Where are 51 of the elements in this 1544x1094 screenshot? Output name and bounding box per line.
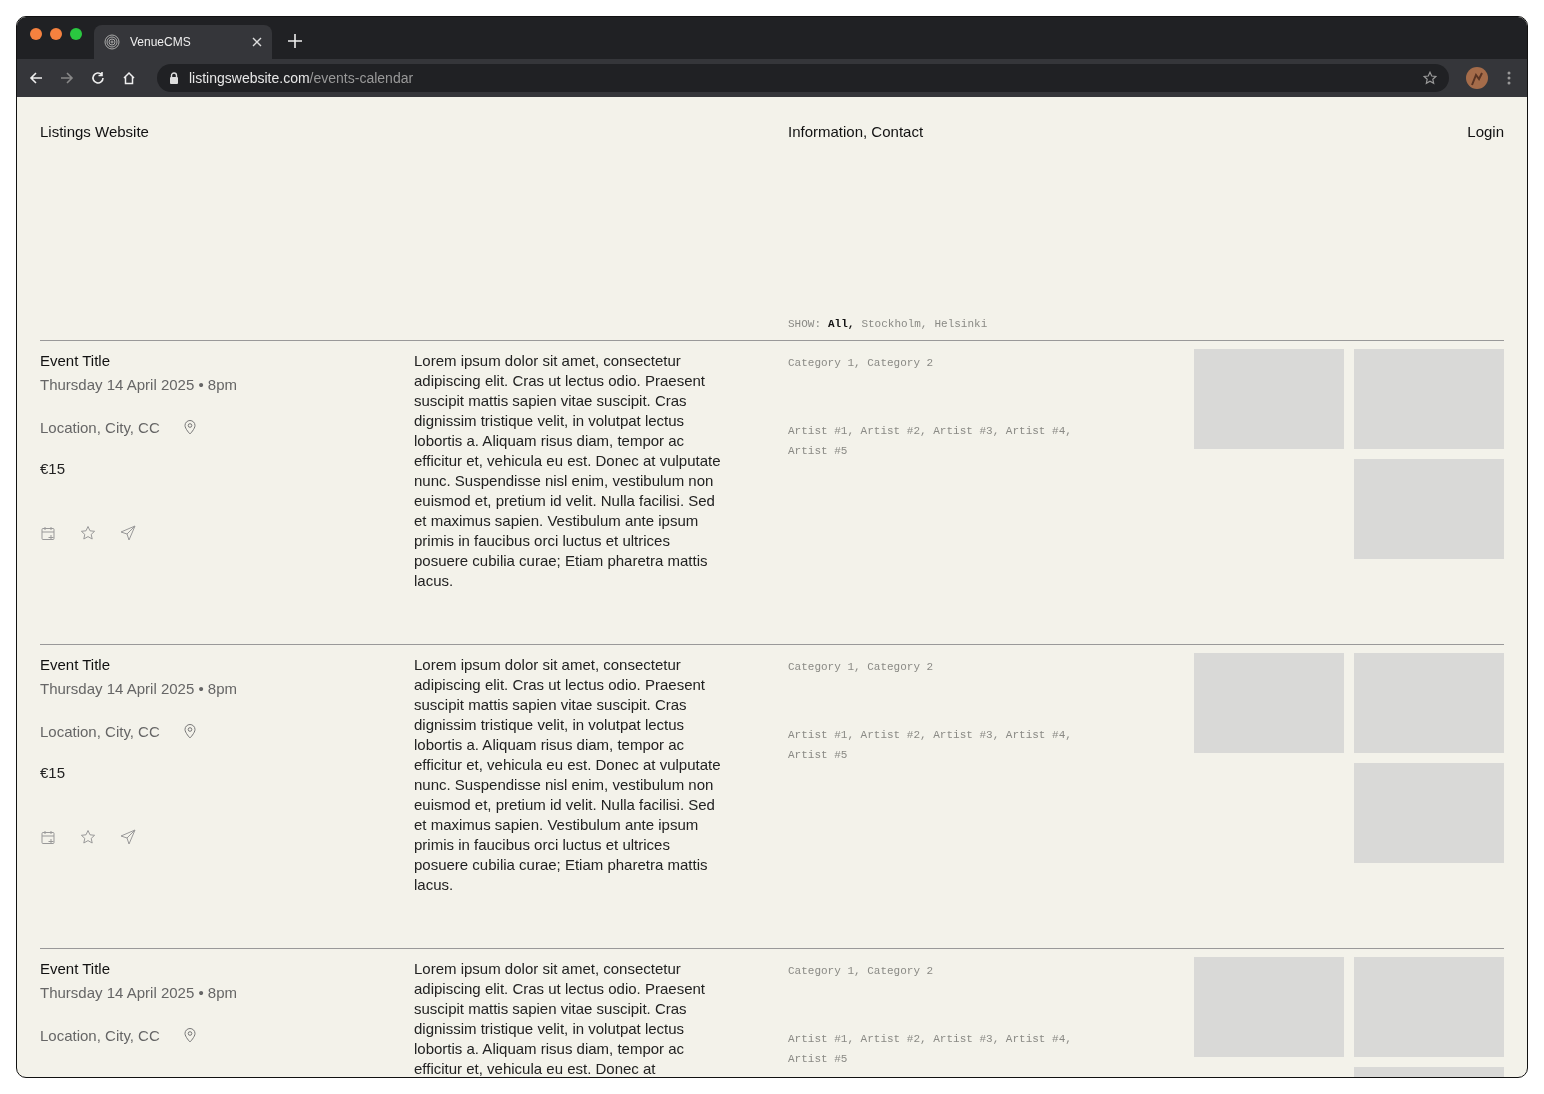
event-date: Thursday 14 April 2025 • 8pm bbox=[40, 983, 239, 1003]
event-location: Location, City, CC bbox=[40, 1027, 160, 1044]
reload-icon[interactable] bbox=[91, 71, 105, 85]
login-link[interactable]: Login bbox=[1467, 123, 1504, 140]
event-location: Location, City, CC bbox=[40, 723, 160, 740]
menu-icon[interactable] bbox=[1507, 71, 1511, 85]
new-tab-icon[interactable] bbox=[288, 34, 302, 48]
event-title: Event Title bbox=[40, 959, 112, 979]
event-location: Location, City, CC bbox=[40, 419, 160, 436]
star-icon[interactable] bbox=[80, 829, 96, 845]
close-window-button[interactable] bbox=[30, 28, 42, 40]
event-categories: Category 1, Category 2 bbox=[788, 660, 935, 675]
filter-label: SHOW: bbox=[788, 318, 821, 330]
spiral-icon bbox=[104, 34, 120, 50]
event-date: Thursday 14 April 2025 • 8pm bbox=[40, 375, 239, 395]
event-categories: Category 1, Category 2 bbox=[788, 356, 935, 371]
event-description: Lorem ipsum dolor sit amet, consectetur adipiscing elit. Cras ut lectus odio. Praesent suscipit mattis sapien vitae suscipit. Cras dignissim tristique velit, in volutpat lectus lobortis a. Aliquam risus diam, tempor ac efficitur et, vehicula eu est. Donec at vulputate nunc. Suspendisse nisl enim, vestibulum non euismod et, pretium id velit. Nulla facilisi. Sed et maximus sapien. Vestibulum ante ipsum primis in faucibus orci luctus et ultrices posuere cubilia curae; Etiam pharetra mattis lacus. bbox=[414, 351, 722, 591]
event-price: €15 bbox=[40, 460, 67, 477]
event-description: Lorem ipsum dolor sit amet, consectetur adipiscing elit. Cras ut lectus odio. Praesent suscipit mattis sapien vitae suscipit. Cras dignissim tristique velit, in volutpat lectus lobortis a. Aliquam risus diam, tempor ac efficitur et, vehicula eu est. Donec at vulputate nunc. Suspendisse nisl enim, vestibulum non euismod et, pretium id velit. Nulla facilisi. Sed et maximus sapien. Vestibulum ante ipsum primis in faucibus orci luctus et ultrices posuere cubilia curae; Etiam pharetra mattis lacus. bbox=[414, 655, 722, 895]
calendar-add-icon[interactable] bbox=[40, 525, 56, 541]
minimize-window-button[interactable] bbox=[50, 28, 62, 40]
forward-icon[interactable] bbox=[60, 71, 74, 85]
event-artists: Artist #1, Artist #2, Artist #3, Artist #4, Artist #5 bbox=[788, 1032, 1072, 1067]
send-icon[interactable] bbox=[120, 829, 136, 845]
close-icon[interactable] bbox=[252, 37, 262, 47]
map-pin-icon[interactable] bbox=[183, 420, 196, 435]
event-price: €15 bbox=[40, 764, 67, 781]
home-icon[interactable] bbox=[122, 71, 136, 85]
address-bar[interactable]: listingswebsite.com/events-calendar bbox=[157, 64, 1449, 92]
map-pin-icon[interactable] bbox=[183, 724, 196, 739]
event-title: Event Title bbox=[40, 351, 112, 371]
nav-links[interactable]: Information, Contact bbox=[788, 123, 924, 140]
profile-avatar[interactable] bbox=[1466, 67, 1488, 89]
send-icon[interactable] bbox=[120, 525, 136, 541]
back-icon[interactable] bbox=[29, 71, 43, 85]
calendar-add-icon[interactable] bbox=[40, 829, 56, 845]
map-pin-icon[interactable] bbox=[183, 1028, 196, 1043]
event-description: Lorem ipsum dolor sit amet, consectetur adipiscing elit. Cras ut lectus odio. Praesent suscipit mattis sapien vitae suscipit. Cras dignissim tristique velit, in volutpat lectus lobortis a. Aliquam risus diam, tempor ac efficitur et, vehicula eu est. Donec at bbox=[414, 959, 706, 1077]
site-title-link[interactable]: Listings Website bbox=[40, 123, 149, 140]
filter-option[interactable]: All, bbox=[828, 318, 855, 330]
url-text: listingswebsite.com/events-calendar bbox=[189, 70, 414, 86]
lock-icon bbox=[169, 72, 179, 84]
event-artists: Artist #1, Artist #2, Artist #3, Artist #4, Artist #5 bbox=[788, 728, 1072, 763]
bookmark-star-icon[interactable] bbox=[1423, 71, 1437, 85]
event-title: Event Title bbox=[40, 655, 112, 675]
maximize-window-button[interactable] bbox=[70, 28, 82, 40]
event-date: Thursday 14 April 2025 • 8pm bbox=[40, 679, 239, 699]
event-categories: Category 1, Category 2 bbox=[788, 964, 935, 979]
event-artists: Artist #1, Artist #2, Artist #3, Artist #4, Artist #5 bbox=[788, 424, 1072, 459]
star-icon[interactable] bbox=[80, 525, 96, 541]
browser-tab[interactable]: VenueCMS bbox=[94, 25, 272, 59]
